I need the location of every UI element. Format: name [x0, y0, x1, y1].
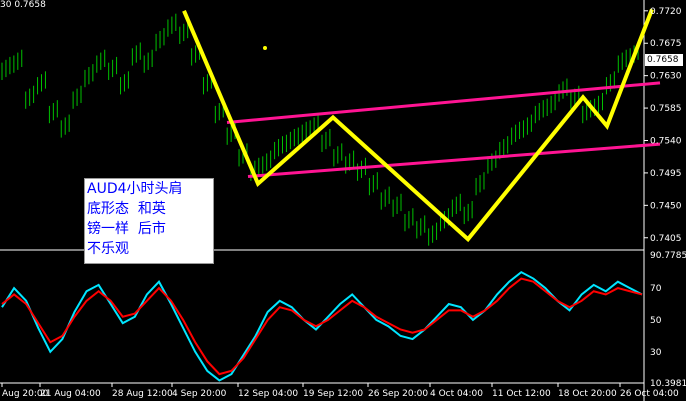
price-axis-ticks: 0.7720 0.7675 0.7630 0.7585 0.7540 0.7495 0.74… — [644, 7, 682, 244]
ohlc-readout: 30 0.7658 — [0, 0, 46, 10]
time-tick-label: 4 Oct 04:00 — [430, 389, 483, 399]
price-tick-label: 0.7405 — [650, 234, 682, 244]
price-tick-label: 0.7585 — [650, 104, 682, 114]
oscillator-tick-label: 10.3981 — [650, 379, 686, 389]
time-tick-label: 21 Aug 04:00 — [40, 389, 101, 399]
price-tick-label: 0.7495 — [650, 169, 682, 179]
oscillator-slow-line — [1, 277, 643, 376]
time-tick-label: 4 Sep 20:00 — [172, 389, 227, 399]
time-tick-label: 26 Oct 04:00 — [620, 389, 679, 399]
time-tick-label: 18 Oct 20:00 — [558, 389, 617, 399]
oscillator-tick-label: 70 — [650, 284, 662, 294]
oscillator-tick-label: 50 — [650, 316, 662, 326]
price-tick-label: 0.7675 — [650, 39, 682, 49]
head-shoulders-pattern — [182, 8, 654, 243]
current-price-tag: 0.7658 — [645, 54, 683, 66]
time-tick-label: 19 Sep 12:00 — [303, 389, 363, 399]
price-tick-label: 0.7630 — [650, 72, 682, 82]
price-tick-label: 0.7540 — [650, 136, 682, 146]
trend-channel — [226, 81, 661, 179]
marker-dot — [263, 46, 267, 50]
channel-lower-line — [247, 142, 661, 179]
time-tick-label: 26 Sep 20:00 — [368, 389, 428, 399]
annotation-line: 底形态 和英 — [87, 201, 166, 217]
time-tick-label: 11 Oct 12:00 — [492, 389, 551, 399]
time-axis-ticks: Aug 20:0021 Aug 04:00 28 Aug 12:00 4 Sep 2… — [1, 383, 679, 399]
oscillator-panel: 90.7785 70 50 30 10.3981 — [1, 251, 686, 389]
oscillator-fast-line — [1, 270, 643, 382]
price-tick-label: 0.7450 — [650, 201, 682, 211]
price-tick-label: 0.7720 — [650, 7, 682, 17]
time-tick-label: 12 Sep 04:00 — [238, 389, 298, 399]
oscillator-axis-ticks: 90.7785 70 50 30 10.3981 — [650, 251, 686, 389]
time-tick-label: 28 Aug 12:00 — [112, 389, 173, 399]
oscillator-tick-label: 30 — [650, 348, 662, 358]
annotation-line: AUD4小时头肩 — [87, 181, 183, 197]
annotation-line: 镑一样 后市 — [87, 221, 166, 237]
annotation-line: 不乐观 — [87, 241, 129, 257]
oscillator-tick-label: 90.7785 — [650, 251, 686, 261]
pattern-line — [182, 8, 654, 243]
annotation-note: AUD4小时头肩 底形态 和英 镑一样 后市 不乐观 — [84, 178, 214, 264]
